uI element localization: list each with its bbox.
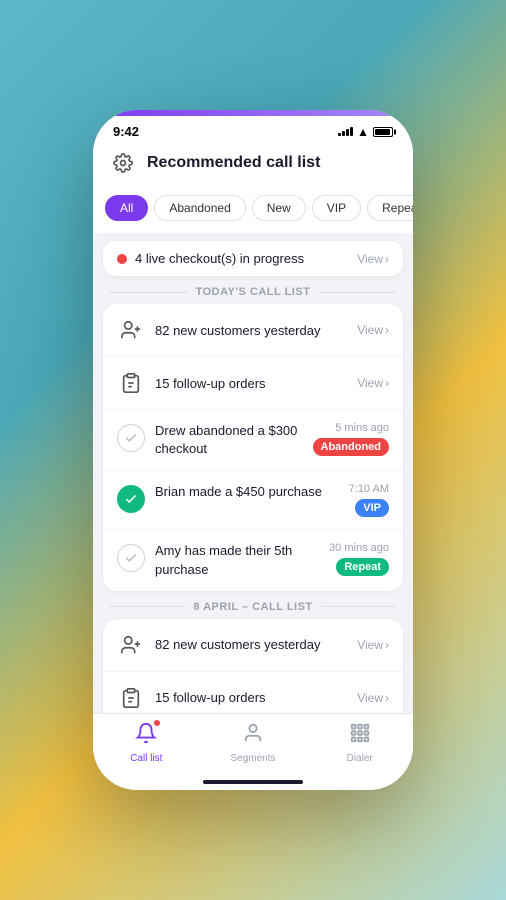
- follow-up-orders-row: 15 follow-up orders View›: [103, 357, 403, 410]
- new-customers-view-link[interactable]: View›: [357, 323, 389, 337]
- status-time: 9:42: [113, 124, 139, 139]
- brian-check-circle[interactable]: [117, 485, 145, 513]
- brian-item-meta: 7:10 AM VIP: [349, 483, 389, 517]
- drew-check-circle[interactable]: [117, 424, 145, 452]
- gear-icon[interactable]: [109, 149, 137, 177]
- live-checkout-text: 4 live checkout(s) in progress: [135, 251, 304, 266]
- amy-call-item: Amy has made their 5th purchase 30 mins …: [103, 530, 403, 590]
- signal-icon: [338, 127, 353, 136]
- home-bar: [203, 780, 303, 784]
- today-call-list-card: 82 new customers yesterday View› 15 foll…: [103, 304, 403, 591]
- april-new-customers-row: 82 new customers yesterday View›: [103, 619, 403, 672]
- drew-badge: Abandoned: [313, 438, 390, 456]
- april-new-customers-view-link[interactable]: View›: [357, 638, 389, 652]
- amy-check-circle[interactable]: [117, 544, 145, 572]
- filter-chip-new[interactable]: New: [252, 195, 306, 221]
- status-icons: ▲: [338, 125, 393, 139]
- nav-call-list-label: Call list: [130, 753, 162, 764]
- bell-icon: [135, 722, 157, 750]
- new-customers-row: 82 new customers yesterday View›: [103, 304, 403, 357]
- phone-frame: 9:42 ▲ Recommended call list All Aban: [93, 110, 413, 790]
- brian-call-item: Brian made a $450 purchase 7:10 AM VIP: [103, 471, 403, 530]
- nav-dialer-label: Dialer: [347, 753, 373, 764]
- amy-item-meta: 30 mins ago Repeat: [329, 542, 389, 576]
- drew-item-title: Drew abandoned a $300 checkout: [155, 422, 303, 458]
- amy-badge: Repeat: [336, 558, 389, 576]
- person-add-icon: [117, 316, 145, 344]
- follow-up-view-link[interactable]: View›: [357, 376, 389, 390]
- amy-item-title: Amy has made their 5th purchase: [155, 542, 319, 578]
- brian-item-content: Brian made a $450 purchase: [155, 483, 339, 501]
- drew-call-item: Drew abandoned a $300 checkout 5 mins ag…: [103, 410, 403, 471]
- brian-item-time: 7:10 AM: [349, 483, 389, 495]
- nav-item-call-list[interactable]: Call list: [93, 722, 200, 764]
- dialpad-icon: [349, 722, 371, 750]
- bottom-nav: Call list Segments: [93, 713, 413, 776]
- brian-badge: VIP: [355, 499, 389, 517]
- filter-chip-abandoned[interactable]: Abandoned: [154, 195, 245, 221]
- drew-item-meta: 5 mins ago Abandoned: [313, 422, 390, 456]
- clipboard-icon: [117, 369, 145, 397]
- page-title: Recommended call list: [147, 154, 320, 172]
- live-checkout-banner: 4 live checkout(s) in progress View ›: [103, 241, 403, 276]
- new-customers-text: 82 new customers yesterday: [155, 323, 347, 338]
- live-left: 4 live checkout(s) in progress: [117, 251, 304, 266]
- april-new-customers-text: 82 new customers yesterday: [155, 637, 347, 652]
- today-section-label: TODAY'S CALL LIST: [93, 286, 413, 298]
- nav-item-dialer[interactable]: Dialer: [306, 722, 413, 764]
- april-person-add-icon: [117, 631, 145, 659]
- drew-item-content: Drew abandoned a $300 checkout: [155, 422, 303, 458]
- status-bar: 9:42 ▲: [93, 116, 413, 143]
- follow-up-orders-text: 15 follow-up orders: [155, 376, 347, 391]
- april-follow-up-row: 15 follow-up orders View›: [103, 672, 403, 713]
- amy-item-content: Amy has made their 5th purchase: [155, 542, 319, 578]
- live-indicator-dot: [117, 254, 127, 264]
- april-call-list-card: 82 new customers yesterday View› 15 foll…: [103, 619, 403, 713]
- person-icon: [242, 722, 264, 750]
- notification-badge: [153, 719, 161, 727]
- filter-chip-vip[interactable]: VIP: [312, 195, 361, 221]
- wifi-icon: ▲: [357, 125, 369, 139]
- nav-segments-label: Segments: [230, 753, 275, 764]
- april-follow-up-text: 15 follow-up orders: [155, 690, 347, 705]
- drew-item-time: 5 mins ago: [335, 422, 389, 434]
- april-clipboard-icon: [117, 684, 145, 712]
- battery-icon: [373, 127, 393, 137]
- scroll-content: 4 live checkout(s) in progress View › TO…: [93, 233, 413, 713]
- live-view-link[interactable]: View ›: [357, 252, 389, 266]
- filter-bar: All Abandoned New VIP Repeat: [93, 187, 413, 233]
- april-follow-up-view-link[interactable]: View›: [357, 691, 389, 705]
- april-section-label: 8 APRIL – CALL LIST: [93, 601, 413, 613]
- brian-item-title: Brian made a $450 purchase: [155, 483, 339, 501]
- home-indicator: [93, 776, 413, 790]
- nav-item-segments[interactable]: Segments: [200, 722, 307, 764]
- filter-chip-repeat[interactable]: Repeat: [367, 195, 413, 221]
- amy-item-time: 30 mins ago: [329, 542, 389, 554]
- header: Recommended call list: [93, 143, 413, 187]
- filter-chip-all[interactable]: All: [105, 195, 148, 221]
